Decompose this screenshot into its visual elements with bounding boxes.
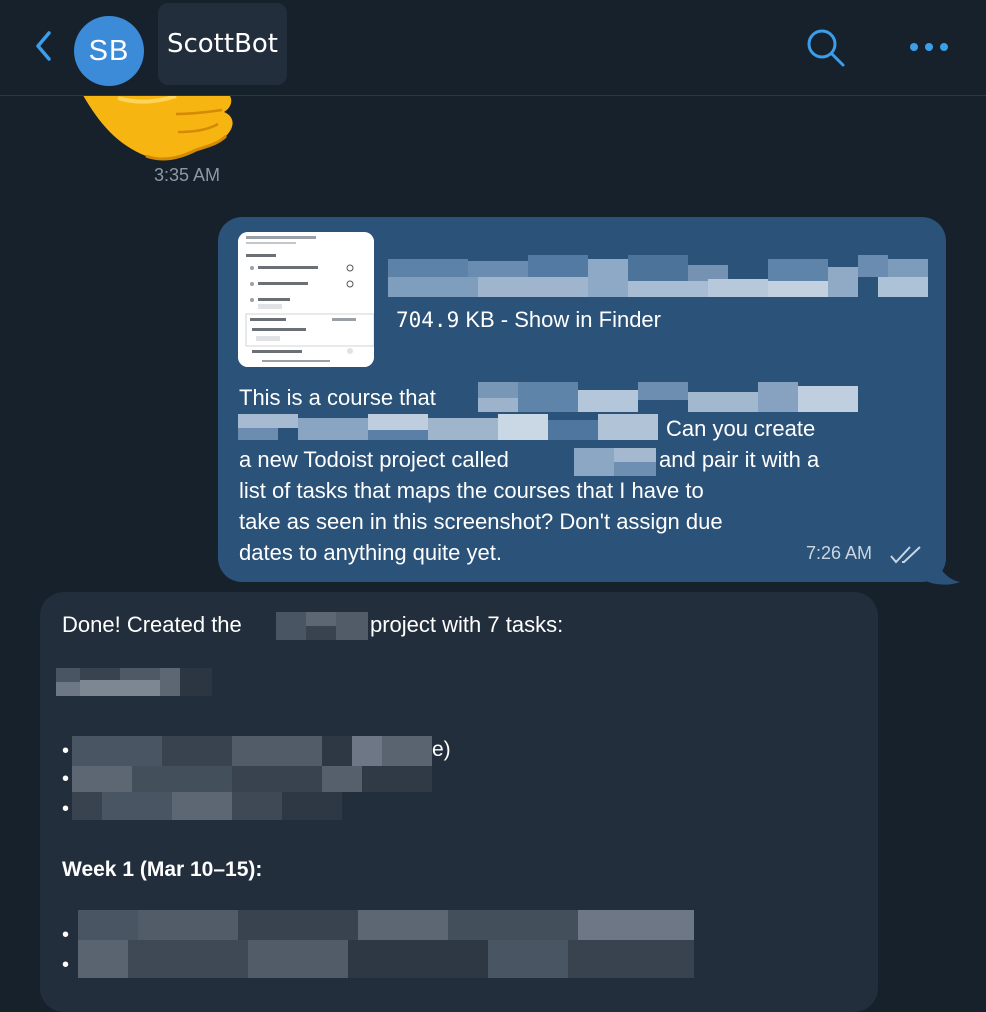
chat-title-text: ScottBot xyxy=(166,29,279,59)
redacted-list xyxy=(78,910,694,978)
chat-title[interactable]: ScottBot xyxy=(158,3,287,85)
incoming-line-1-end: project with 7 tasks: xyxy=(370,612,564,637)
text-line-3-end: and pair it with a xyxy=(659,447,820,472)
search-button[interactable] xyxy=(804,26,848,70)
redacted-text xyxy=(478,382,858,412)
avatar-initials: SB xyxy=(88,34,130,67)
incoming-line-1-start: Done! Created the xyxy=(62,612,242,637)
file-preview-image xyxy=(238,232,374,367)
redacted-text xyxy=(574,448,656,476)
chat-header: SB ScottBot xyxy=(0,0,986,96)
text-line-3-start: a new Todoist project called xyxy=(239,447,509,472)
text-line-2-end: Can you create xyxy=(666,416,816,441)
list-bullet: • xyxy=(62,954,70,976)
more-dots-icon xyxy=(910,43,948,51)
search-icon xyxy=(807,29,845,67)
double-check-icon xyxy=(890,546,921,564)
file-size-value: 704.9 xyxy=(396,308,460,332)
redacted-text xyxy=(56,668,212,696)
list-bullet: • xyxy=(62,924,70,946)
text-line-5: take as seen in this screenshot? Don't a… xyxy=(239,509,723,534)
chevron-left-icon xyxy=(36,31,51,61)
list-bullet: • xyxy=(62,768,70,790)
more-button[interactable] xyxy=(906,36,952,58)
text-line-1: This is a course that xyxy=(239,385,436,410)
file-size-unit: KB - xyxy=(465,307,515,332)
list-bullet: • xyxy=(62,798,70,820)
back-button[interactable] xyxy=(30,28,60,64)
redacted-list xyxy=(72,736,432,820)
message-time: 7:26 AM xyxy=(806,543,873,563)
file-size: 704.9 KB - Show in Finder xyxy=(396,307,661,333)
show-in-finder-link[interactable]: Show in Finder xyxy=(514,307,661,332)
list-bullet: • xyxy=(62,740,70,762)
file-thumbnail[interactable] xyxy=(238,232,374,367)
text-line-4: list of tasks that maps the courses that… xyxy=(239,478,704,503)
redacted-text xyxy=(276,612,368,640)
week-heading: Week 1 (Mar 10–15): xyxy=(62,858,263,881)
redacted-text xyxy=(238,414,658,440)
text-line-6: dates to anything quite yet. xyxy=(239,540,502,565)
message-time: 3:35 AM xyxy=(154,165,221,185)
avatar[interactable]: SB xyxy=(74,16,144,86)
redacted-file-name xyxy=(388,255,928,297)
bullet-1-tail: e) xyxy=(432,738,451,761)
